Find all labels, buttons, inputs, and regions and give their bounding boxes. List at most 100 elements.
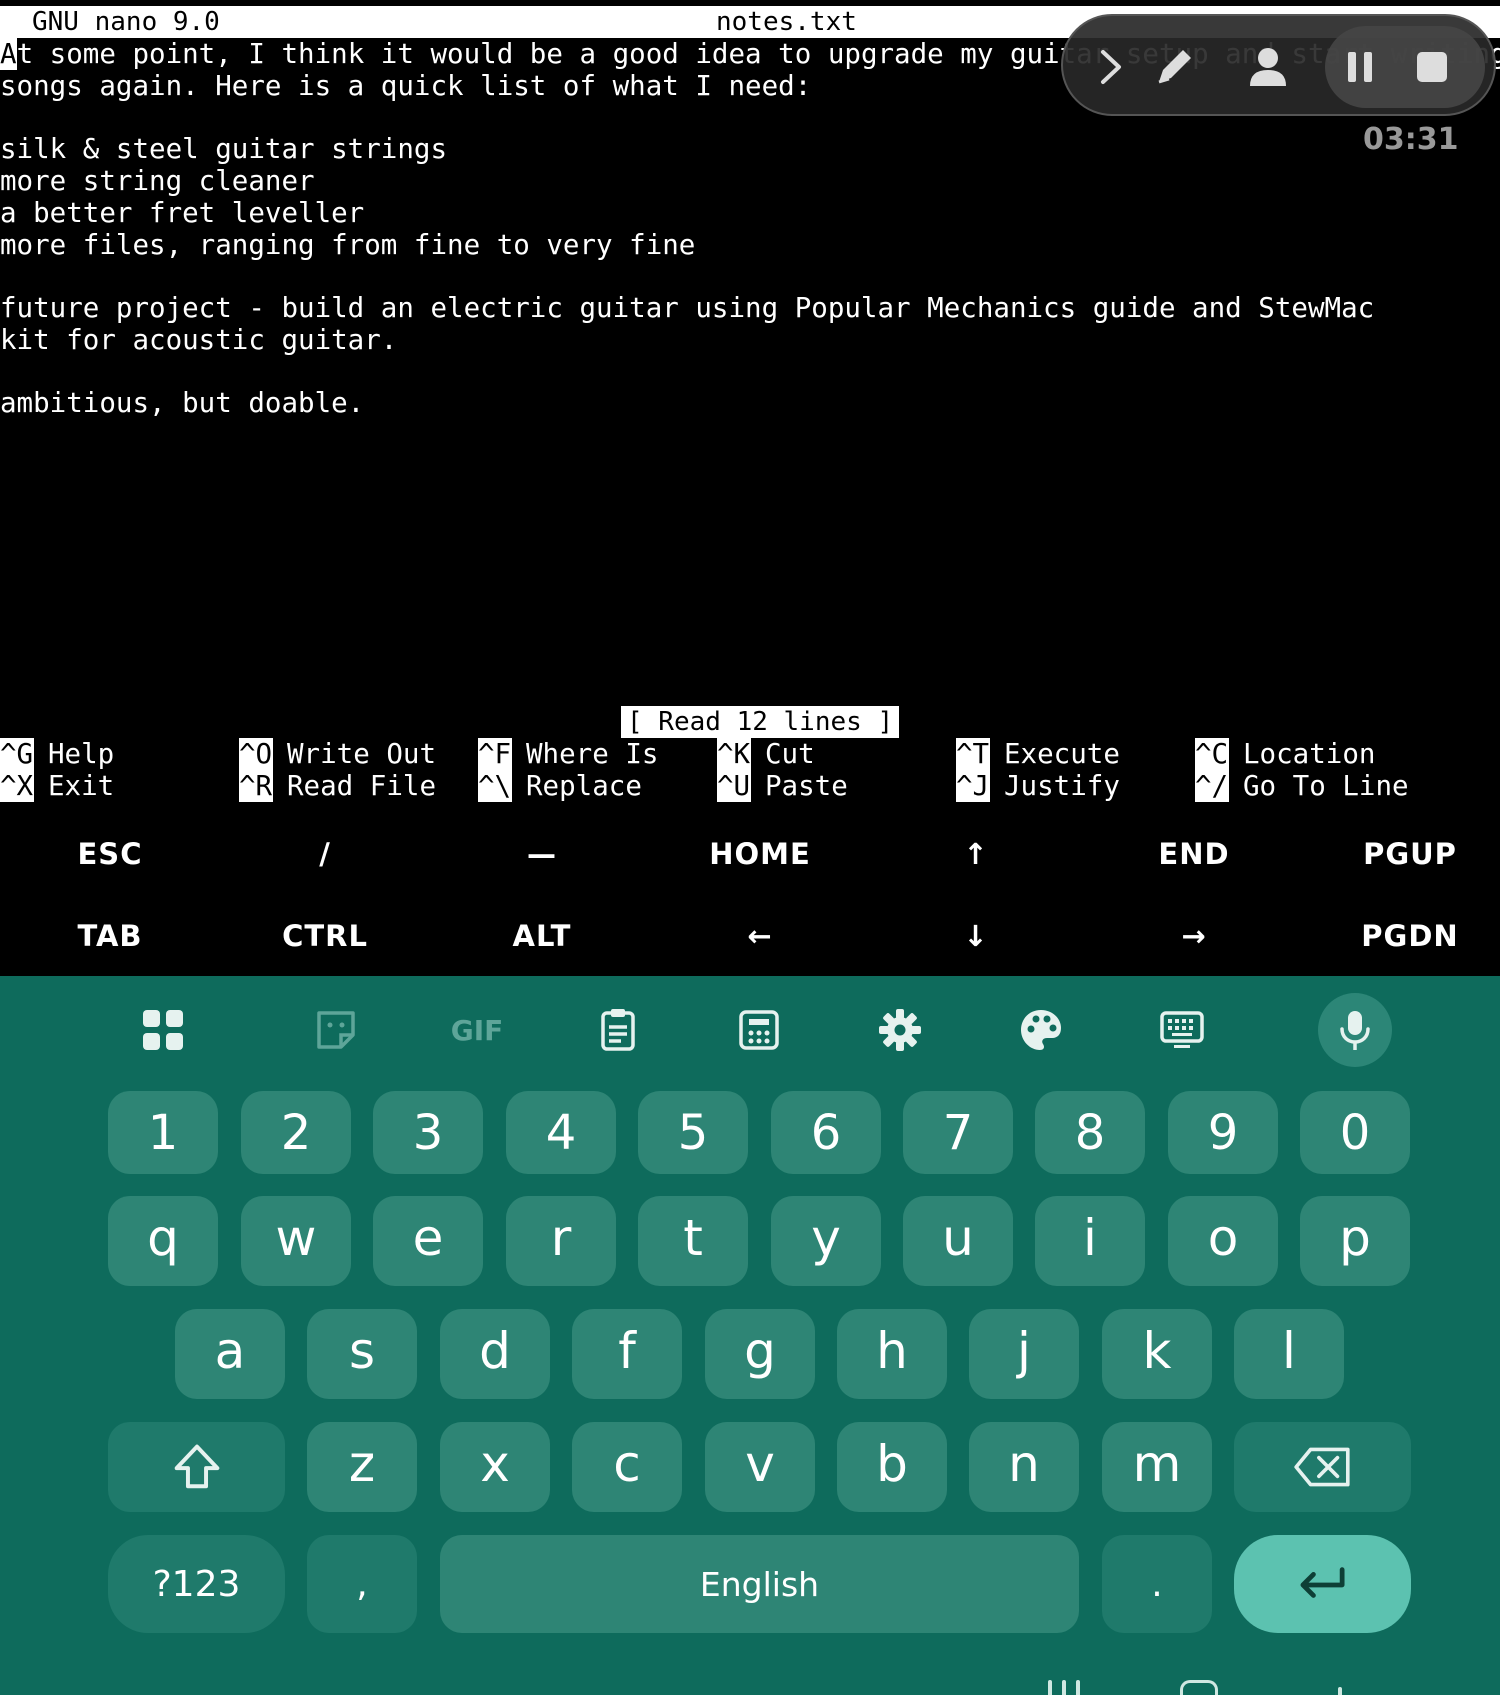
extra-key-home[interactable]: HOME	[660, 824, 860, 884]
shortcut-read-file[interactable]: ^R Read File	[239, 770, 436, 802]
editor-line: ambitious, but doable.	[0, 387, 365, 419]
key-h[interactable]: h	[837, 1309, 947, 1399]
key-s[interactable]: s	[307, 1309, 417, 1399]
key-i[interactable]: i	[1035, 1196, 1145, 1286]
key-k[interactable]: k	[1102, 1309, 1212, 1399]
extra-key-right-arrow[interactable]: →	[1094, 906, 1294, 966]
key-d[interactable]: d	[440, 1309, 550, 1399]
shift-key[interactable]	[108, 1422, 285, 1512]
editor-line: silk & steel guitar strings	[0, 133, 448, 165]
key-6[interactable]: 6	[771, 1091, 881, 1174]
key-b[interactable]: b	[837, 1422, 947, 1512]
key-q[interactable]: q	[108, 1196, 218, 1286]
key-w[interactable]: w	[241, 1196, 351, 1286]
pen-icon[interactable]	[1149, 42, 1199, 92]
key-3[interactable]: 3	[373, 1091, 483, 1174]
shortcut-write-out[interactable]: ^O Write Out	[239, 738, 436, 770]
gif-label: GIF	[450, 1013, 504, 1047]
gif-icon[interactable]: GIF	[440, 993, 514, 1067]
palette-icon[interactable]	[1004, 993, 1078, 1067]
key-a[interactable]: a	[175, 1309, 285, 1399]
recording-timer: 03:31	[1363, 122, 1459, 157]
sticker-icon[interactable]	[299, 993, 373, 1067]
numpad-icon[interactable]	[722, 993, 796, 1067]
key-u[interactable]: u	[903, 1196, 1013, 1286]
screen-recorder-toolbar	[1061, 14, 1496, 116]
apps-grid-icon[interactable]	[126, 993, 200, 1067]
settings-icon[interactable]	[863, 993, 937, 1067]
shortcut-location[interactable]: ^C Location	[1195, 738, 1375, 770]
key-m[interactable]: m	[1102, 1422, 1212, 1512]
home-icon[interactable]	[1180, 1680, 1218, 1695]
extra-key-alt[interactable]: ALT	[442, 906, 642, 966]
shortcut-go-to-line[interactable]: ^/Go To Line	[1195, 770, 1409, 802]
key-9[interactable]: 9	[1168, 1091, 1278, 1174]
extra-key-ctrl[interactable]: CTRL	[225, 906, 425, 966]
key-g[interactable]: g	[705, 1309, 815, 1399]
key-f[interactable]: f	[572, 1309, 682, 1399]
key-z[interactable]: z	[307, 1422, 417, 1512]
key-2[interactable]: 2	[241, 1091, 351, 1174]
key-o[interactable]: o	[1168, 1196, 1278, 1286]
file-name: notes.txt	[716, 7, 857, 37]
terminal-screen[interactable]: GNU nano 9.0 notes.txt At some point, I …	[0, 0, 1500, 976]
extra-key-left-arrow[interactable]: ←	[660, 906, 860, 966]
key-0[interactable]: 0	[1300, 1091, 1410, 1174]
collapse-chevron-icon[interactable]	[1085, 42, 1135, 92]
key-t[interactable]: t	[638, 1196, 748, 1286]
key-c[interactable]: c	[572, 1422, 682, 1512]
extra-key-dash[interactable]: —	[442, 824, 642, 884]
extra-key-esc[interactable]: ESC	[10, 824, 210, 884]
shortcut-justify[interactable]: ^J Justify	[956, 770, 1120, 802]
keyboard-icon[interactable]	[1145, 993, 1219, 1067]
app-version: GNU nano 9.0	[32, 7, 220, 37]
key-4[interactable]: 4	[506, 1091, 616, 1174]
key-v[interactable]: v	[705, 1422, 815, 1512]
key-n[interactable]: n	[969, 1422, 1079, 1512]
back-icon[interactable]	[1338, 1687, 1342, 1695]
recents-icon[interactable]	[1048, 1680, 1052, 1695]
recorder-controls	[1325, 26, 1485, 108]
extra-key-pgdn[interactable]: PGDN	[1310, 906, 1500, 966]
key-j[interactable]: j	[969, 1309, 1079, 1399]
key-r[interactable]: r	[506, 1196, 616, 1286]
key-8[interactable]: 8	[1035, 1091, 1145, 1174]
key-7[interactable]: 7	[903, 1091, 1013, 1174]
key-x[interactable]: x	[440, 1422, 550, 1512]
key-l[interactable]: l	[1234, 1309, 1344, 1399]
extra-key-up-arrow[interactable]: ↑	[876, 824, 1076, 884]
clipboard-icon[interactable]	[581, 993, 655, 1067]
shortcut-execute[interactable]: ^T Execute	[956, 738, 1120, 770]
key-y[interactable]: y	[771, 1196, 881, 1286]
extra-key-end[interactable]: END	[1094, 824, 1294, 884]
shortcut-replace[interactable]: ^\ Replace	[478, 770, 642, 802]
extra-key-slash[interactable]: /	[225, 824, 425, 884]
editor-line: future project - build an electric guita…	[0, 292, 1375, 324]
key-5[interactable]: 5	[638, 1091, 748, 1174]
symbols-key[interactable]: ?123	[108, 1535, 285, 1633]
mic-icon[interactable]	[1318, 993, 1392, 1067]
extra-key-tab[interactable]: TAB	[10, 906, 210, 966]
shortcut-cut[interactable]: ^K Cut	[717, 738, 815, 770]
period-key[interactable]: .	[1102, 1535, 1212, 1633]
key-p[interactable]: p	[1300, 1196, 1410, 1286]
enter-key[interactable]	[1234, 1535, 1411, 1633]
backspace-icon	[1293, 1447, 1350, 1487]
backspace-key[interactable]	[1234, 1422, 1411, 1512]
shortcut-help[interactable]: ^G Help	[0, 738, 114, 770]
shortcut-paste[interactable]: ^U Paste	[717, 770, 848, 802]
person-icon[interactable]	[1243, 42, 1293, 92]
stop-icon[interactable]	[1407, 42, 1457, 92]
editor-line: more files, ranging from fine to very fi…	[0, 229, 696, 261]
shortcut-exit[interactable]: ^X Exit	[0, 770, 114, 802]
recents-icon-bar	[1076, 1680, 1080, 1695]
key-1[interactable]: 1	[108, 1091, 218, 1174]
editor-line: kit for acoustic guitar.	[0, 324, 398, 356]
shortcut-where-is[interactable]: ^F Where Is	[478, 738, 658, 770]
space-bar[interactable]: English	[440, 1535, 1079, 1633]
extra-key-pgup[interactable]: PGUP	[1310, 824, 1500, 884]
pause-icon[interactable]	[1335, 42, 1385, 92]
extra-key-down-arrow[interactable]: ↓	[876, 906, 1076, 966]
comma-key[interactable]: ,	[307, 1535, 417, 1633]
key-e[interactable]: e	[373, 1196, 483, 1286]
